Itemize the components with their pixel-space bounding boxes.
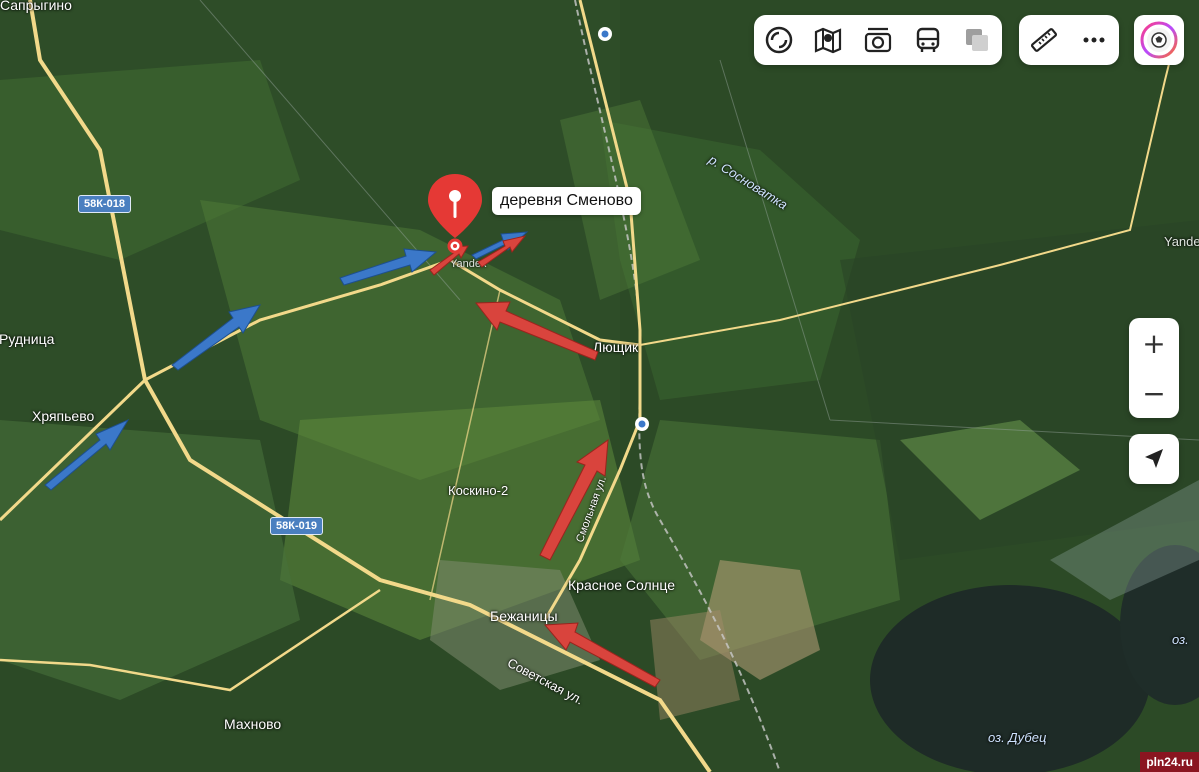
transit-button[interactable] xyxy=(903,15,953,65)
map-guide-icon xyxy=(815,27,842,54)
map-tools-toolbar xyxy=(1019,15,1119,65)
blue-arrow xyxy=(44,418,130,491)
layers-button[interactable] xyxy=(754,15,804,65)
annotation-arrows xyxy=(44,231,661,688)
watermark: pln24.ru xyxy=(1140,752,1199,772)
red-arrow xyxy=(475,301,599,361)
zoom-in-button[interactable]: + xyxy=(1129,318,1179,368)
layers-icon xyxy=(765,26,793,54)
red-arrow xyxy=(543,622,661,688)
ruler-icon xyxy=(1030,28,1058,52)
pin-label[interactable]: деревня Сменово xyxy=(492,187,641,215)
traffic-icon xyxy=(966,29,989,51)
location-arrow-icon xyxy=(1145,449,1163,468)
map-pin-icon[interactable] xyxy=(424,172,486,264)
zoom-out-button[interactable]: − xyxy=(1129,368,1179,418)
ruler-button[interactable] xyxy=(1019,15,1069,65)
transit-icon xyxy=(916,27,939,52)
avatar xyxy=(1140,21,1178,59)
map-layers-toolbar xyxy=(754,15,1002,65)
profile-button[interactable] xyxy=(1134,15,1184,65)
blue-arrow xyxy=(171,304,262,371)
traffic-button[interactable] xyxy=(952,15,1002,65)
locate-me-button[interactable] xyxy=(1129,434,1179,484)
panorama-button[interactable] xyxy=(853,15,903,65)
red-arrow xyxy=(539,438,609,561)
map-guide-button[interactable] xyxy=(804,15,854,65)
more-icon xyxy=(1083,37,1105,43)
panorama-icon xyxy=(864,27,892,53)
more-button[interactable] xyxy=(1069,15,1119,65)
satellite-map[interactable]: 58К-018 58К-019 Сапрыгино Рудница Хряпье… xyxy=(0,0,1199,772)
blue-arrow xyxy=(339,248,438,286)
zoom-controls: + − xyxy=(1129,318,1179,418)
